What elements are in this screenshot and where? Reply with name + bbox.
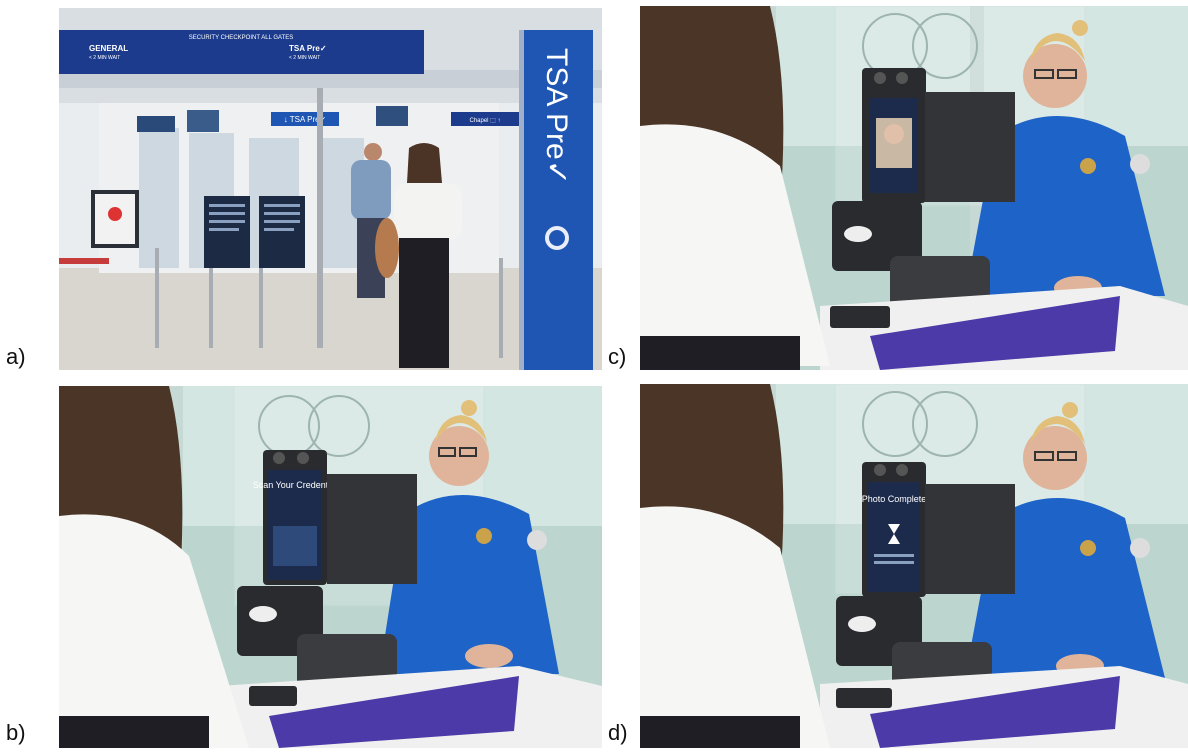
banner-right: TSA Pre✓ — [289, 44, 327, 53]
banner-right-sub: < 2 MIN WAIT — [289, 55, 320, 61]
label-d: d) — [608, 720, 628, 745]
screen-text-d: Photo Complete — [862, 494, 927, 504]
banner-title: SECURITY CHECKPOINT ALL GATES — [189, 35, 293, 41]
panel-d-kiosk-photo: Photo Complete — [640, 384, 1188, 748]
panel-a-checkpoint-photo: SECURITY CHECKPOINT ALL GATES GENERAL < … — [59, 8, 602, 370]
label-c: c) — [608, 344, 627, 369]
column-tsa-text: TSA Pre✓ — [540, 48, 573, 185]
screen-text-b: Scan Your Credential — [253, 480, 338, 490]
gate-sign: Chapel ⬚ ↑ — [469, 118, 500, 124]
banner-left-sub: < 2 MIN WAIT — [89, 55, 120, 61]
label-b: b) — [6, 720, 26, 745]
label-a: a) — [6, 344, 26, 369]
banner-left: GENERAL — [89, 44, 128, 53]
panel-c-kiosk-photo — [640, 6, 1188, 370]
panel-b-kiosk-photo: Scan Your Credential — [59, 386, 602, 748]
